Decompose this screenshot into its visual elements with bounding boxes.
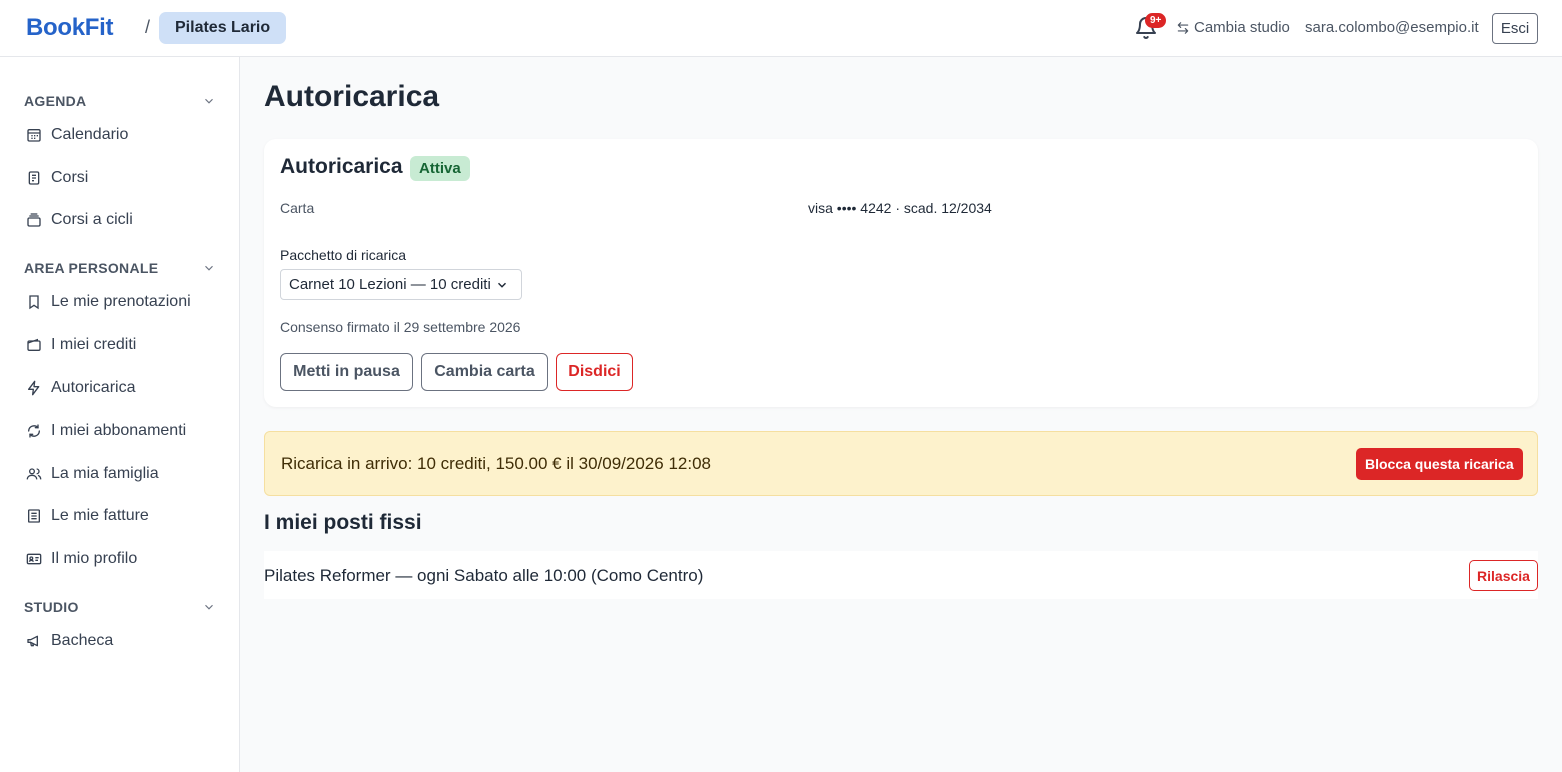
- release-button[interactable]: Rilascia: [1469, 560, 1538, 591]
- logout-button[interactable]: Esci: [1492, 13, 1538, 44]
- package-select[interactable]: Carnet 10 Lezioni — 10 crediti: [280, 269, 522, 300]
- chevron-down-icon: [205, 265, 213, 271]
- alert-text: Ricarica in arrivo: 10 crediti, 150.00 €…: [281, 454, 711, 473]
- chevron-down-icon: [205, 98, 213, 104]
- id-card-icon: [26, 553, 42, 565]
- swap-arrows-icon: [1177, 21, 1189, 34]
- top-bar: BookFit / Pilates Lario 9+ Cambia studio…: [0, 0, 1562, 57]
- upcoming-recharge-alert: Ricarica in arrivo: 10 crediti, 150.00 €…: [264, 431, 1538, 496]
- notification-badge: 9+: [1145, 13, 1167, 28]
- list-item: Pilates Reformer — ogni Sabato alle 10:0…: [264, 551, 1538, 599]
- studio-selector[interactable]: Pilates Lario: [159, 12, 287, 44]
- change-card-button[interactable]: Cambia carta: [421, 353, 548, 391]
- bookfit-logo[interactable]: BookFit: [26, 14, 114, 42]
- sidebar-item-label: Corsi: [51, 169, 89, 186]
- sidebar-item-bacheca[interactable]: Bacheca: [26, 627, 226, 655]
- section-title: AGENDA: [24, 93, 87, 109]
- sidebar-item-famiglia[interactable]: La mia famiglia: [26, 460, 226, 488]
- wallet-icon: [27, 338, 41, 351]
- lightning-icon: [28, 380, 40, 396]
- sidebar-item-label: Le mie prenotazioni: [51, 293, 191, 310]
- users-icon: [26, 468, 42, 480]
- sidebar-item-calendario[interactable]: Calendario: [26, 121, 226, 149]
- switch-studio-label: Cambia studio: [1194, 19, 1290, 36]
- status-badge: Attiva: [410, 156, 470, 181]
- sidebar-item-label: Corsi a cicli: [51, 211, 133, 228]
- package-selected-value: Carnet 10 Lezioni — 10 crediti: [289, 276, 491, 293]
- section-title: AREA PERSONALE: [24, 260, 159, 276]
- breadcrumb-separator: /: [145, 17, 151, 37]
- sidebar: AGENDA Calendario Corsi Corsi a cicli AR…: [0, 57, 240, 772]
- package-label: Pacchetto di ricarica: [280, 247, 407, 263]
- sidebar-item-label: I miei crediti: [51, 336, 137, 353]
- bookmark-icon: [29, 295, 39, 310]
- sidebar-item-profilo[interactable]: Il mio profilo: [26, 545, 226, 573]
- sidebar-item-label: Bacheca: [51, 632, 114, 649]
- sidebar-item-label: Il mio profilo: [51, 550, 138, 567]
- autoricarica-card: Autoricarica Attiva Carta visa •••• 4242…: [264, 139, 1538, 407]
- section-title: STUDIO: [24, 599, 79, 615]
- sidebar-item-prenotazioni[interactable]: Le mie prenotazioni: [26, 288, 226, 316]
- stack-icon: [27, 213, 41, 227]
- card-label: Carta: [280, 200, 315, 216]
- fixed-slot-text: Pilates Reformer — ogni Sabato alle 10:0…: [264, 566, 704, 585]
- sidebar-item-corsi[interactable]: Corsi: [26, 164, 226, 192]
- card-title: Autoricarica: [280, 155, 403, 178]
- refresh-icon: [28, 424, 40, 438]
- sidebar-item-label: Autoricarica: [51, 379, 136, 396]
- user-email: sara.colombo@esempio.it: [1305, 19, 1479, 36]
- invoice-icon: [28, 509, 40, 523]
- sidebar-item-label: I miei abbonamenti: [51, 422, 187, 439]
- sidebar-item-fatture[interactable]: Le mie fatture: [26, 502, 226, 530]
- card-value: visa •••• 4242 · scad. 12/2034: [808, 200, 992, 216]
- sidebar-item-label: Calendario: [51, 126, 129, 143]
- sidebar-item-crediti[interactable]: I miei crediti: [26, 331, 226, 359]
- cancel-button[interactable]: Disdici: [556, 353, 633, 391]
- chevron-down-icon: [497, 282, 507, 288]
- sidebar-item-label: La mia famiglia: [51, 465, 159, 482]
- block-recharge-button[interactable]: Blocca questa ricarica: [1356, 448, 1523, 480]
- sidebar-item-label: Le mie fatture: [51, 507, 149, 524]
- sidebar-item-autoricarica[interactable]: Autoricarica: [26, 374, 226, 402]
- sidebar-item-corsi-a-cicli[interactable]: Corsi a cicli: [26, 206, 226, 234]
- switch-studio-link[interactable]: Cambia studio: [1176, 19, 1290, 36]
- page-title: Autoricarica: [264, 80, 440, 113]
- sidebar-item-abbonamenti[interactable]: I miei abbonamenti: [26, 417, 226, 445]
- receipt-icon: [28, 171, 40, 185]
- calendar-icon: [27, 129, 41, 142]
- consent-text: Consenso firmato il 29 settembre 2026: [280, 319, 521, 335]
- sidebar-section-agenda[interactable]: AGENDA: [24, 91, 216, 111]
- fixed-slots-title: I miei posti fissi: [264, 511, 422, 534]
- sidebar-section-area-personale[interactable]: AREA PERSONALE: [24, 258, 216, 278]
- megaphone-icon: [27, 635, 38, 647]
- chevron-down-icon: [205, 604, 213, 610]
- pause-button[interactable]: Metti in pausa: [280, 353, 413, 391]
- sidebar-section-studio[interactable]: STUDIO: [24, 597, 216, 617]
